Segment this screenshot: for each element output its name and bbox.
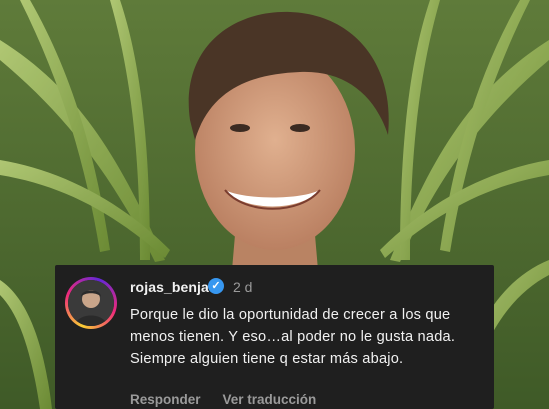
avatar[interactable] bbox=[68, 280, 114, 326]
verified-badge-icon: ✓ bbox=[208, 278, 224, 294]
comment-timestamp: 2 d bbox=[233, 279, 253, 295]
comment-text: Porque le dio la oportunidad de crecer a… bbox=[130, 307, 456, 367]
avatar-story-ring[interactable] bbox=[65, 277, 117, 329]
comment-username[interactable]: rojas_benja bbox=[130, 279, 209, 295]
comment-card: rojas_benja ✓ 2 d Porque le dio la oport… bbox=[55, 265, 494, 409]
comment-actions: Responder Ver traducción bbox=[130, 392, 316, 407]
reply-button[interactable]: Responder bbox=[130, 392, 201, 407]
see-translation-button[interactable]: Ver traducción bbox=[223, 392, 317, 407]
